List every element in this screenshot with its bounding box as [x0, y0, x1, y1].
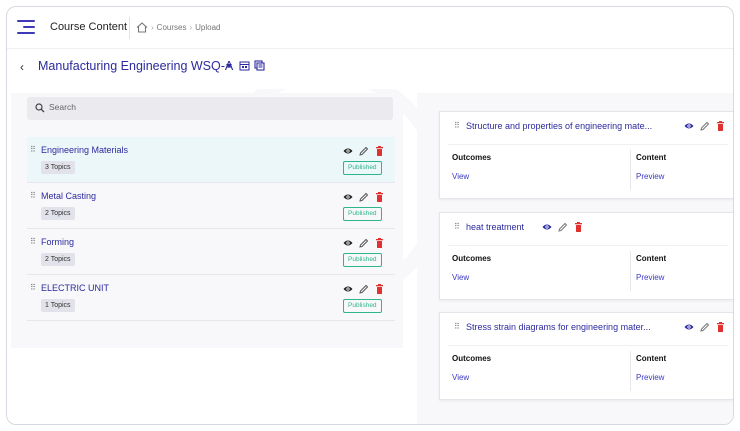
breadcrumb-separator: › — [151, 23, 154, 32]
module-actions — [343, 191, 387, 203]
topic-count-badge: 3 Topics — [41, 161, 75, 174]
breadcrumb-courses[interactable]: Courses — [157, 23, 187, 32]
delete-trash-icon[interactable] — [575, 222, 582, 232]
app-title: Course Content — [50, 21, 128, 33]
edit-pencil-icon[interactable] — [359, 192, 369, 202]
content-label: Content — [636, 254, 667, 263]
module-name[interactable]: Forming — [41, 237, 74, 247]
topic-actions — [542, 221, 586, 233]
copy-icon[interactable] — [254, 60, 265, 71]
course-dropdown-caret-icon[interactable] — [226, 64, 232, 68]
module-name[interactable]: Metal Casting — [41, 191, 96, 201]
breadcrumb-separator: › — [189, 23, 193, 32]
outcomes-view-link[interactable]: View — [452, 373, 469, 382]
eye-icon[interactable] — [343, 194, 353, 200]
delete-trash-icon[interactable] — [376, 192, 383, 202]
drag-handle-icon[interactable]: ⠿ — [454, 121, 460, 130]
delete-trash-icon[interactable] — [376, 284, 383, 294]
card-divider — [448, 345, 728, 346]
drag-handle-icon[interactable]: ⠿ — [30, 191, 36, 200]
content-label: Content — [636, 153, 667, 162]
eye-icon[interactable] — [684, 123, 694, 129]
calendar-icon[interactable] — [239, 60, 250, 71]
content-preview-link[interactable]: Preview — [636, 172, 664, 181]
edit-pencil-icon[interactable] — [359, 146, 369, 156]
home-icon[interactable] — [136, 22, 148, 33]
eye-icon[interactable] — [343, 148, 353, 154]
topic-card: ⠿ Stress strain diagrams for engineering… — [439, 312, 733, 400]
search-icon — [35, 103, 45, 113]
outcomes-label: Outcomes — [452, 254, 492, 263]
status-badge: Published — [343, 161, 382, 175]
back-chevron-icon[interactable]: ‹ — [20, 60, 24, 74]
module-actions — [343, 237, 387, 249]
module-row[interactable]: ⠿ Metal Casting 2 Topics Published — [27, 183, 395, 229]
module-actions — [343, 283, 387, 295]
outcomes-label: Outcomes — [452, 354, 492, 363]
eye-icon[interactable] — [684, 324, 694, 330]
eye-icon[interactable] — [343, 240, 353, 246]
edit-pencil-icon[interactable] — [359, 284, 369, 294]
content-label: Content — [636, 354, 667, 363]
topic-card: ⠿ Structure and properties of engineerin… — [439, 111, 733, 199]
topic-count-badge: 2 Topics — [41, 253, 75, 266]
drag-handle-icon[interactable]: ⠿ — [30, 237, 36, 246]
course-title[interactable]: Manufacturing Engineering WSQ-A — [38, 59, 233, 73]
edit-pencil-icon[interactable] — [700, 121, 710, 131]
drag-handle-icon[interactable]: ⠿ — [454, 322, 460, 331]
eye-icon[interactable] — [343, 286, 353, 292]
eye-icon[interactable] — [542, 224, 552, 230]
topic-actions — [684, 120, 728, 132]
module-row[interactable]: ⠿ ELECTRIC UNIT 1 Topics Published — [27, 275, 395, 321]
edit-pencil-icon[interactable] — [359, 238, 369, 248]
card-divider — [448, 245, 728, 246]
modules-panel: ⠿ Engineering Materials 3 Topics Publish… — [11, 93, 403, 348]
column-divider — [630, 251, 631, 291]
column-divider — [630, 351, 631, 391]
topic-title[interactable]: Structure and properties of engineering … — [466, 121, 652, 131]
status-badge: Published — [343, 253, 382, 267]
drag-handle-icon[interactable]: ⠿ — [30, 145, 36, 154]
module-actions — [343, 145, 387, 157]
top-bar: Course Content › Courses › Upload — [7, 7, 733, 49]
topic-count-badge: 1 Topics — [41, 299, 75, 312]
app-window: Course Content › Courses › Upload ‹ Manu… — [6, 6, 734, 425]
delete-trash-icon[interactable] — [717, 322, 724, 332]
delete-trash-icon[interactable] — [376, 238, 383, 248]
topic-title[interactable]: Stress strain diagrams for engineering m… — [466, 322, 651, 332]
column-divider — [630, 150, 631, 190]
topic-count-badge: 2 Topics — [41, 207, 75, 220]
topic-title[interactable]: heat treatment — [466, 222, 524, 232]
edit-pencil-icon[interactable] — [700, 322, 710, 332]
topic-card: ⠿ heat treatment Outcomes Content View P… — [439, 212, 733, 300]
header-divider — [129, 17, 130, 39]
module-name[interactable]: ELECTRIC UNIT — [41, 283, 109, 293]
card-divider — [448, 144, 728, 145]
module-row[interactable]: ⠿ Engineering Materials 3 Topics Publish… — [27, 137, 395, 183]
content-preview-link[interactable]: Preview — [636, 273, 664, 282]
course-header: ‹ Manufacturing Engineering WSQ-A — [7, 49, 733, 89]
search-input[interactable] — [49, 102, 379, 112]
menu-toggle-icon[interactable] — [17, 20, 35, 34]
delete-trash-icon[interactable] — [376, 146, 383, 156]
breadcrumb: › Courses › Upload — [151, 23, 221, 32]
outcomes-view-link[interactable]: View — [452, 273, 469, 282]
search-box — [27, 97, 393, 120]
module-name[interactable]: Engineering Materials — [41, 145, 128, 155]
delete-trash-icon[interactable] — [717, 121, 724, 131]
drag-handle-icon[interactable]: ⠿ — [30, 283, 36, 292]
breadcrumb-upload[interactable]: Upload — [195, 23, 220, 32]
drag-handle-icon[interactable]: ⠿ — [454, 222, 460, 231]
edit-pencil-icon[interactable] — [558, 222, 568, 232]
module-row[interactable]: ⠿ Forming 2 Topics Published — [27, 229, 395, 275]
topic-actions — [684, 321, 728, 333]
status-badge: Published — [343, 207, 382, 221]
outcomes-view-link[interactable]: View — [452, 172, 469, 181]
status-badge: Published — [343, 299, 382, 313]
content-preview-link[interactable]: Preview — [636, 373, 664, 382]
outcomes-label: Outcomes — [452, 153, 492, 162]
